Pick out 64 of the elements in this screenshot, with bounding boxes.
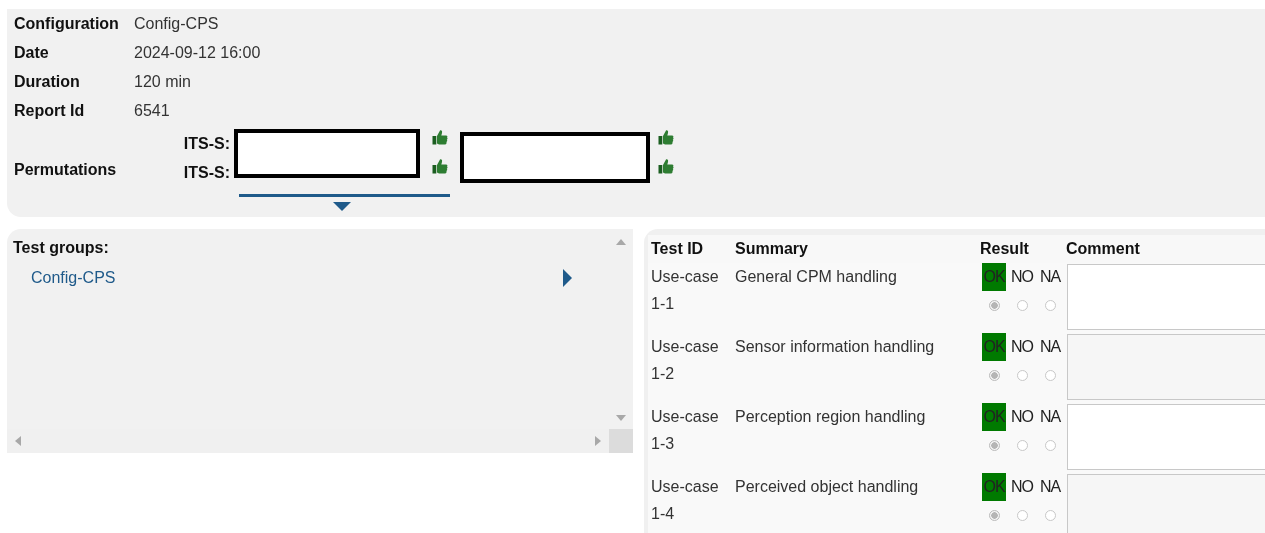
result-option-label: NA bbox=[1038, 407, 1062, 427]
radio-button[interactable] bbox=[1044, 370, 1056, 381]
scroll-down-icon[interactable] bbox=[616, 415, 626, 421]
field-value: 120 min bbox=[134, 72, 191, 91]
test-summary: Sensor information handling bbox=[735, 337, 936, 357]
result-option-label: NO bbox=[1010, 337, 1034, 357]
field-value: Config-CPS bbox=[134, 14, 219, 33]
scroll-left-icon[interactable] bbox=[15, 436, 21, 446]
station-label: ITS-S: bbox=[183, 134, 230, 154]
radio-button[interactable] bbox=[1044, 440, 1056, 451]
thumbs-up-icon[interactable] bbox=[432, 129, 448, 146]
group-link[interactable]: Config-CPS bbox=[31, 269, 116, 287]
radio-button[interactable] bbox=[1016, 370, 1028, 381]
result-option-label: NA bbox=[1038, 337, 1062, 357]
result-option-label: NO bbox=[1010, 477, 1034, 497]
radio-button[interactable] bbox=[988, 300, 1000, 311]
radio-button[interactable] bbox=[1016, 440, 1028, 451]
dropdown-arrow-icon[interactable] bbox=[333, 202, 351, 211]
comment-field[interactable] bbox=[1067, 404, 1265, 470]
result-option-label: NO bbox=[1010, 267, 1034, 287]
test-summary: Perceived object handling bbox=[735, 477, 920, 497]
field-label: Report Id bbox=[14, 101, 86, 120]
radio-button[interactable] bbox=[1044, 300, 1056, 311]
result-option-label: NO bbox=[1010, 407, 1034, 427]
radio-button[interactable] bbox=[988, 370, 1000, 381]
test-id: Use-case 1-3 bbox=[650, 407, 720, 454]
test-id: Use-case 1-4 bbox=[650, 477, 720, 524]
result-option-label: OK bbox=[982, 473, 1006, 501]
result-option-label: OK bbox=[982, 263, 1006, 291]
test-summary: Perception region handling bbox=[735, 407, 927, 427]
comment-field[interactable] bbox=[1067, 334, 1265, 400]
test-id: Use-case 1-1 bbox=[650, 267, 720, 314]
thumbs-up-icon[interactable] bbox=[658, 158, 674, 175]
field-label: Permutations bbox=[14, 161, 118, 179]
result-option-label: NA bbox=[1038, 267, 1062, 287]
result-option-label: NA bbox=[1038, 477, 1062, 497]
radio-button[interactable] bbox=[1016, 510, 1028, 521]
test-summary: General CPM handling bbox=[735, 267, 898, 287]
panel-title: Test groups: bbox=[13, 239, 110, 258]
field-value: 6541 bbox=[134, 101, 170, 120]
scrollbar-corner bbox=[609, 429, 633, 453]
field-label: Date bbox=[14, 43, 50, 62]
field-value: 2024-09-12 16:00 bbox=[134, 43, 261, 62]
scroll-up-icon[interactable] bbox=[616, 239, 626, 245]
field-label: Duration bbox=[14, 72, 81, 91]
comment-field[interactable] bbox=[1067, 264, 1265, 330]
radio-button[interactable] bbox=[1044, 510, 1056, 521]
radio-button[interactable] bbox=[988, 440, 1000, 451]
column-header: Test ID bbox=[650, 240, 705, 258]
comment-field[interactable] bbox=[1067, 474, 1265, 533]
result-option-label: OK bbox=[982, 403, 1006, 431]
column-header: Result bbox=[980, 240, 1030, 258]
column-header: Summary bbox=[735, 240, 809, 258]
field-label: Configuration bbox=[14, 14, 120, 33]
radio-button[interactable] bbox=[1016, 300, 1028, 311]
thumbs-up-icon[interactable] bbox=[432, 158, 448, 175]
radio-button[interactable] bbox=[988, 510, 1000, 521]
result-option-label: OK bbox=[982, 333, 1006, 361]
scroll-right-icon[interactable] bbox=[595, 436, 601, 446]
test-id: Use-case 1-2 bbox=[650, 337, 720, 384]
column-header: Comment bbox=[1066, 240, 1140, 258]
chevron-right-icon[interactable] bbox=[563, 269, 572, 287]
station-label: ITS-S: bbox=[183, 163, 230, 183]
thumbs-up-icon[interactable] bbox=[658, 129, 674, 146]
